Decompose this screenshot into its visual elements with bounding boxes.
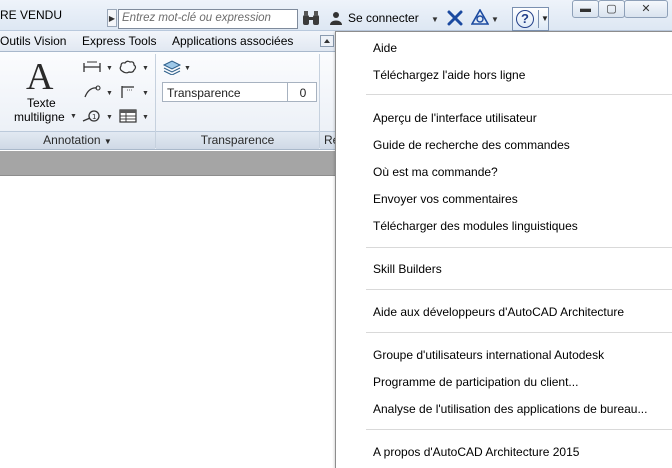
menu-item-send-feedback[interactable]: Envoyer vos commentaires <box>373 192 518 206</box>
multiline-text-label-line1[interactable]: Texte <box>27 96 56 110</box>
leader-icon[interactable] <box>82 84 102 100</box>
maximize-button[interactable]: ▢ <box>598 0 625 18</box>
multiline-text-dropdown-caret[interactable]: ▼ <box>70 113 77 120</box>
menu-item-customer-involvement[interactable]: Programme de participation du client... <box>373 375 578 389</box>
a360-icon[interactable] <box>471 9 489 26</box>
menu-separator <box>366 332 672 333</box>
binoculars-icon[interactable] <box>302 10 320 26</box>
user-icon <box>330 12 342 25</box>
layer-icon[interactable] <box>162 59 182 75</box>
dimension-dropdown-caret[interactable]: ▼ <box>106 65 113 72</box>
menu-item-user-group[interactable]: Groupe d'utilisateurs international Auto… <box>373 348 604 362</box>
menu-item-developer-help[interactable]: Aide aux développeurs d'AutoCAD Architec… <box>373 305 624 319</box>
menu-separator <box>366 289 672 290</box>
menu-item-aide[interactable]: Aide <box>373 41 397 55</box>
menu-item-download-offline-help[interactable]: Téléchargez l'aide hors ligne <box>373 68 525 82</box>
menu-item-skill-builders[interactable]: Skill Builders <box>373 262 442 276</box>
table-dropdown-caret[interactable]: ▼ <box>142 114 149 121</box>
maximize-icon: ▢ <box>606 3 617 15</box>
minimize-icon: ▬ <box>580 3 591 15</box>
transparency-field-separator <box>287 83 288 101</box>
dimension-icon[interactable] <box>82 59 102 75</box>
keynote-dropdown-caret[interactable]: ▼ <box>106 114 113 121</box>
leader-dropdown-caret[interactable]: ▼ <box>106 90 113 97</box>
menu-item-about[interactable]: A propos d'AutoCAD Architecture 2015 <box>373 445 579 459</box>
menu-item-download-language-packs[interactable]: Télécharger des modules linguistiques <box>373 219 578 233</box>
annotation-panel-title-text: Annotation <box>43 133 101 147</box>
multiline-text-label-line2[interactable]: multiligne <box>14 110 65 124</box>
menu-item-find-my-command[interactable]: Où est ma commande? <box>373 165 498 179</box>
transparency-panel-title[interactable]: Transparence <box>156 131 319 149</box>
multiline-text-icon[interactable]: A <box>26 55 53 99</box>
title-bar: RE VENDU ▶ Entrez mot-clé ou expression … <box>0 0 672 31</box>
tab-express-tools[interactable]: Express Tools <box>82 34 156 48</box>
svg-text:1: 1 <box>92 113 96 121</box>
menu-item-ui-overview[interactable]: Aperçu de l'interface utilisateur <box>373 111 537 125</box>
window-title: RE VENDU <box>0 8 63 22</box>
menu-item-command-search-guide[interactable]: Guide de recherche des commandes <box>373 138 570 152</box>
search-expand-arrow[interactable]: ▶ <box>107 9 117 27</box>
table-icon[interactable] <box>118 108 138 124</box>
ribbon-panel: A Texte multiligne ▼ ▼ ▼ 1 ▼ ▼ ▼ ▼ ▼ Tra… <box>0 52 336 150</box>
elevation-label-icon[interactable] <box>118 84 138 100</box>
next-panel-title[interactable]: Re <box>320 131 336 149</box>
close-icon: ✕ <box>641 3 651 15</box>
keynote-icon[interactable]: 1 <box>82 108 102 124</box>
exchange-apps-icon[interactable] <box>447 10 463 26</box>
help-icon: ? <box>516 10 534 28</box>
transparency-field-label: Transparence <box>167 86 241 100</box>
help-dropdown-caret[interactable]: ▼ <box>541 14 549 23</box>
ribbon-tab-row: Outils Vision Express Tools Applications… <box>0 31 335 52</box>
file-tabs-strip <box>0 151 336 176</box>
help-button[interactable]: ? ▼ <box>512 7 549 31</box>
tab-outils-vision[interactable]: Outils Vision <box>0 34 66 48</box>
help-button-separator <box>538 10 539 28</box>
layer-dropdown-caret[interactable]: ▼ <box>184 65 191 72</box>
help-dropdown-menu: Aide Téléchargez l'aide hors ligne Aperç… <box>335 31 672 468</box>
minimize-button[interactable]: ▬ <box>572 0 599 18</box>
signin-dropdown-caret[interactable]: ▼ <box>431 15 439 24</box>
revision-cloud-dropdown-caret[interactable]: ▼ <box>142 65 149 72</box>
menu-separator <box>366 94 672 95</box>
search-input[interactable]: Entrez mot-clé ou expression <box>118 9 298 29</box>
elevation-label-dropdown-caret[interactable]: ▼ <box>142 90 149 97</box>
ribbon-minimize-button[interactable] <box>320 35 334 47</box>
revision-cloud-icon[interactable] <box>118 59 138 75</box>
transparency-value[interactable]: 0 <box>293 86 313 100</box>
annotation-panel-title[interactable]: Annotation ▼ <box>0 131 155 149</box>
autocad-window: RE VENDU ▶ Entrez mot-clé ou expression … <box>0 0 672 468</box>
transparency-input[interactable]: Transparence 0 <box>162 82 317 102</box>
menu-item-desktop-analytics[interactable]: Analyse de l'utilisation des application… <box>373 402 647 416</box>
signin-button[interactable]: Se connecter <box>348 11 419 25</box>
menu-separator <box>366 429 672 430</box>
annotation-panel-expand-caret[interactable]: ▼ <box>104 137 112 146</box>
tab-applications-associees[interactable]: Applications associées <box>172 34 293 48</box>
close-button[interactable]: ✕ <box>624 0 668 18</box>
menu-separator <box>366 247 672 248</box>
a360-dropdown-caret[interactable]: ▼ <box>491 15 499 24</box>
